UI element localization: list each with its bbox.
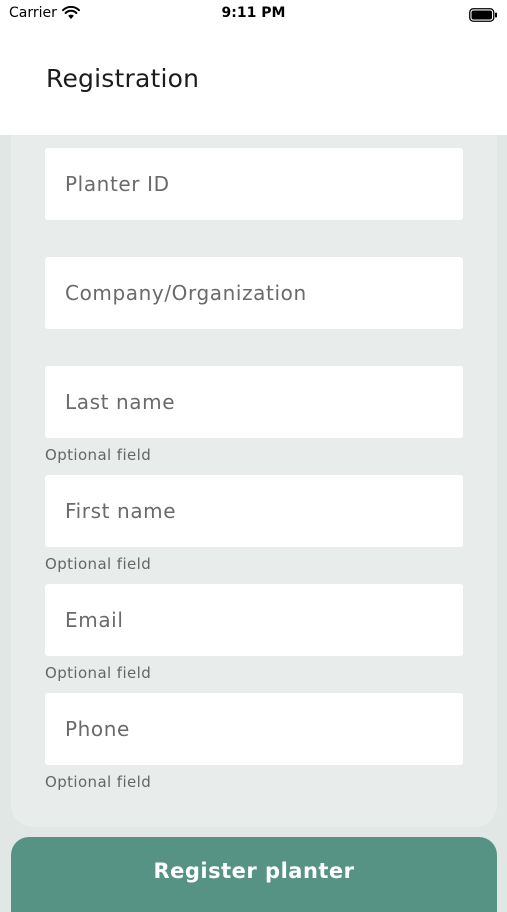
last-name-field[interactable]: [45, 366, 463, 438]
registration-form: Optional field Optional field Optional f…: [11, 135, 497, 827]
battery-icon: [469, 7, 498, 26]
phone-helper: Optional field: [45, 773, 152, 791]
phone-input[interactable]: [45, 693, 463, 765]
last-name-input[interactable]: [45, 366, 463, 438]
email-helper: Optional field: [45, 664, 152, 682]
planter-id-input[interactable]: [45, 148, 463, 220]
last-name-helper: Optional field: [45, 446, 152, 464]
company-input[interactable]: [45, 257, 463, 329]
nav-header: Registration: [0, 28, 507, 135]
planter-id-field[interactable]: [45, 148, 463, 220]
status-time: 9:11 PM: [221, 5, 286, 21]
email-field[interactable]: [45, 584, 463, 656]
register-planter-label: Register planter: [153, 859, 355, 883]
first-name-helper: Optional field: [45, 555, 152, 573]
email-input[interactable]: [45, 584, 463, 656]
first-name-field[interactable]: [45, 475, 463, 547]
status-bar: Carrier 9:11 PM: [0, 0, 507, 28]
first-name-input[interactable]: [45, 475, 463, 547]
page-title: Registration: [46, 64, 200, 93]
register-planter-button[interactable]: Register planter: [11, 837, 497, 912]
company-field[interactable]: [45, 257, 463, 329]
phone-field[interactable]: [45, 693, 463, 765]
